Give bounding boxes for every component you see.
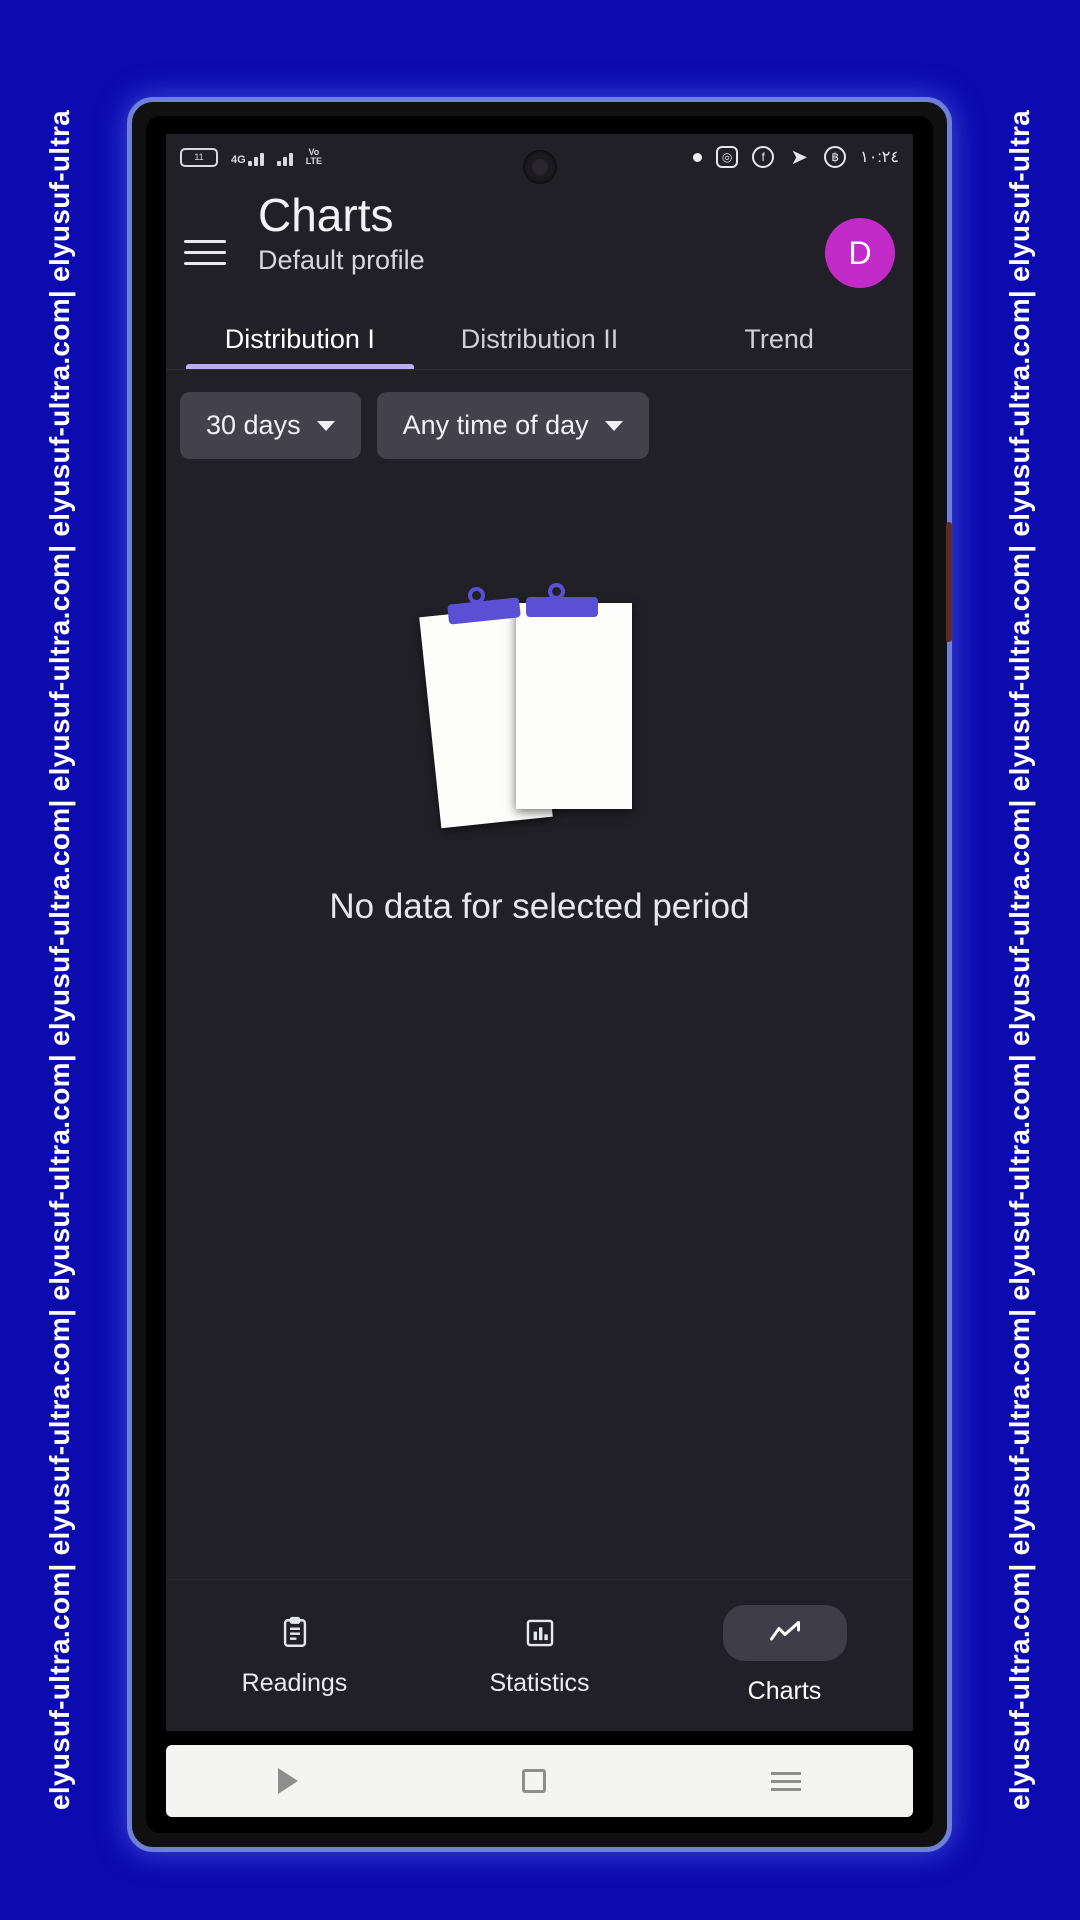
empty-state-message: No data for selected period [329, 887, 750, 926]
illustration-sheet-front [515, 603, 632, 809]
nav-item-readings[interactable]: Readings [172, 1613, 417, 1698]
bar-chart-icon [520, 1613, 560, 1653]
tab-trend[interactable]: Trend [659, 314, 899, 369]
bitcoin-icon: ฿ [824, 146, 847, 168]
signal-bars-1 [247, 148, 264, 166]
page-root: elyusuf-ultra.com| elyusuf-ultra.com| el… [0, 0, 1080, 1920]
app-window: 11 4G Vo LTE ◎ f ➤ ฿ ١٠:٢٤ Charts Defaul… [166, 134, 913, 1731]
battery-level-label: 11 [194, 152, 204, 162]
chart-content-area: No data for selected period [166, 459, 913, 1579]
volte-icon: Vo LTE [306, 148, 322, 166]
tab-distribution-1[interactable]: Distribution I [180, 314, 420, 369]
status-bar-right: ◎ f ➤ ฿ ١٠:٢٤ [693, 145, 899, 169]
mobile-signal-primary-icon: 4G [231, 148, 264, 166]
battery-icon: 11 [180, 147, 218, 167]
title-group: Charts Default profile [258, 190, 825, 276]
nav-item-charts[interactable]: Charts [662, 1605, 907, 1706]
period-filter-chip[interactable]: 30 days [180, 392, 361, 459]
instagram-icon: ◎ [716, 146, 739, 168]
nav-pill-charts [722, 1605, 847, 1661]
signal-bars-2-icon [276, 148, 293, 166]
back-triangle-icon[interactable] [278, 1768, 299, 1794]
network-type-label: 4G [231, 154, 246, 166]
android-system-nav [166, 1745, 913, 1817]
illustration-ring-front [547, 583, 565, 600]
time-of-day-filter-label: Any time of day [402, 410, 589, 440]
watermark-right-text: elyusuf-ultra.com| elyusuf-ultra.com| el… [1004, 109, 1035, 1811]
nav-label-charts: Charts [747, 1677, 822, 1705]
tab-bar: Distribution I Distribution II Trend [166, 314, 913, 370]
recents-lines-icon[interactable] [770, 1771, 801, 1791]
phone-screen: 11 4G Vo LTE ◎ f ➤ ฿ ١٠:٢٤ Charts Defaul… [146, 116, 933, 1833]
clipboard-icon [275, 1613, 315, 1653]
illustration-clip-front [525, 597, 598, 617]
hamburger-menu-icon[interactable] [184, 240, 226, 265]
telegram-icon: ➤ [790, 145, 808, 169]
nav-item-statistics[interactable]: Statistics [417, 1613, 662, 1698]
nav-label-readings: Readings [241, 1669, 348, 1697]
period-filter-label: 30 days [206, 410, 301, 440]
bottom-navigation: Readings Statistics Charts [166, 1579, 913, 1731]
watermark-left-text: elyusuf-ultra.com| elyusuf-ultra.com| el… [44, 109, 75, 1811]
volte-bottom-label: LTE [305, 156, 323, 166]
phone-frame: 11 4G Vo LTE ◎ f ➤ ฿ ١٠:٢٤ Charts Defaul… [127, 97, 952, 1852]
phone-side-button [946, 522, 952, 642]
nav-pill-readings [275, 1613, 315, 1653]
chevron-down-icon [316, 420, 335, 431]
page-title: Charts [258, 189, 394, 241]
notification-dot-icon [693, 152, 703, 162]
home-square-icon[interactable] [522, 1769, 547, 1793]
trend-line-icon [765, 1613, 805, 1653]
watermark-left: elyusuf-ultra.com| elyusuf-ultra.com| el… [0, 0, 120, 1920]
avatar[interactable]: D [825, 218, 895, 288]
filter-bar: 30 days Any time of day [166, 370, 913, 459]
facebook-icon: f [752, 146, 775, 168]
front-camera-notch [522, 150, 557, 184]
nav-label-statistics: Statistics [489, 1669, 590, 1697]
app-bar: Charts Default profile D [166, 180, 913, 288]
time-of-day-filter-chip[interactable]: Any time of day [376, 392, 649, 459]
watermark-right: elyusuf-ultra.com| elyusuf-ultra.com| el… [960, 0, 1080, 1920]
status-clock: ١٠:٢٤ [860, 149, 899, 166]
chevron-down-icon [604, 420, 623, 431]
nav-pill-statistics [520, 1613, 560, 1653]
status-bar-left: 11 4G Vo LTE [180, 147, 322, 167]
profile-subtitle: Default profile [258, 244, 425, 275]
tab-distribution-2[interactable]: Distribution II [420, 314, 660, 369]
empty-clipboard-illustration [418, 583, 650, 829]
